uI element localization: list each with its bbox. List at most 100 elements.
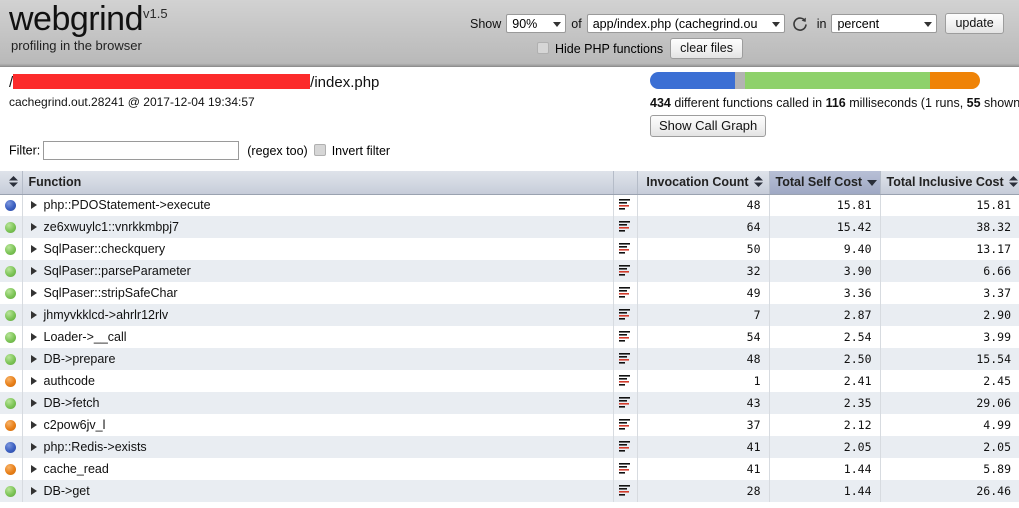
row-marker: [0, 392, 23, 414]
cost-breakdown-icon[interactable]: [618, 198, 632, 215]
table-row[interactable]: SqlPaser::stripSafeChar 49 3.36 3.37: [0, 282, 1019, 304]
expand-triangle-icon[interactable]: [30, 222, 37, 231]
expand-triangle-icon[interactable]: [30, 464, 37, 473]
row-cost-icon-cell[interactable]: [613, 458, 638, 480]
table-row[interactable]: DB->get 28 1.44 26.46: [0, 480, 1019, 502]
header-total-inclusive-cost[interactable]: Total Inclusive Cost: [880, 171, 1019, 195]
row-cost-icon-cell[interactable]: [613, 370, 638, 392]
cost-breakdown-icon[interactable]: [618, 308, 632, 325]
expand-triangle-icon[interactable]: [30, 420, 37, 429]
filter-input[interactable]: [43, 141, 240, 160]
row-cost-icon-cell[interactable]: [613, 326, 638, 348]
row-function-name[interactable]: ze6xwuylc1::vnrkkmbpj7: [22, 216, 614, 238]
row-function-name[interactable]: authcode: [22, 370, 614, 392]
expand-triangle-icon[interactable]: [30, 200, 37, 209]
table-row[interactable]: authcode 1 2.41 2.45: [0, 370, 1019, 392]
header-function-label: Function: [28, 175, 82, 190]
cost-breakdown-icon[interactable]: [618, 462, 632, 479]
filter-row: Filter: (regex too) Invert filter: [9, 141, 390, 160]
cost-breakdown-icon[interactable]: [618, 264, 632, 281]
show-call-graph-button[interactable]: Show Call Graph: [650, 115, 767, 137]
file-select[interactable]: app/index.php (cachegrind.ou: [586, 14, 785, 33]
row-total-inclusive-cost: 15.81: [880, 194, 1019, 216]
row-function-name[interactable]: SqlPaser::checkquery: [22, 238, 614, 260]
cost-breakdown-icon[interactable]: [618, 396, 632, 413]
update-button[interactable]: update: [945, 13, 1004, 34]
row-cost-icon-cell[interactable]: [613, 282, 638, 304]
row-cost-icon-cell[interactable]: [613, 480, 638, 502]
row-cost-icon-cell[interactable]: [613, 260, 638, 282]
row-invocation-count: 43: [637, 392, 770, 414]
table-row[interactable]: jhmyvkklcd->ahrlr12rlv 7 2.87 2.90: [0, 304, 1019, 326]
row-function-name[interactable]: DB->fetch: [22, 392, 614, 414]
cost-breakdown-icon[interactable]: [618, 330, 632, 347]
cost-breakdown-icon[interactable]: [618, 242, 632, 259]
row-cost-icon-cell[interactable]: [613, 304, 638, 326]
expand-triangle-icon[interactable]: [30, 376, 37, 385]
invert-filter-checkbox[interactable]: [313, 143, 326, 156]
cost-breakdown-icon[interactable]: [618, 418, 632, 435]
table-row[interactable]: DB->fetch 43 2.35 29.06: [0, 392, 1019, 414]
header-function[interactable]: Function: [22, 171, 614, 195]
row-function-name[interactable]: SqlPaser::parseParameter: [22, 260, 614, 282]
table-row[interactable]: SqlPaser::checkquery 50 9.40 13.17: [0, 238, 1019, 260]
expand-triangle-icon[interactable]: [30, 442, 37, 451]
row-cost-icon-cell[interactable]: [613, 392, 638, 414]
expand-triangle-icon[interactable]: [30, 266, 37, 275]
table-row[interactable]: c2pow6jv_l 37 2.12 4.99: [0, 414, 1019, 436]
row-total-self-cost: 3.90: [769, 260, 881, 282]
table-row[interactable]: cache_read 41 1.44 5.89: [0, 458, 1019, 480]
cost-breakdown-icon[interactable]: [618, 220, 632, 237]
chevron-down-icon: [924, 21, 933, 27]
table-row[interactable]: Loader->__call 54 2.54 3.99: [0, 326, 1019, 348]
row-function-name[interactable]: SqlPaser::stripSafeChar: [22, 282, 614, 304]
info-panel: //index.php cachegrind.out.28241 @ 2017-…: [0, 67, 1019, 137]
table-row[interactable]: SqlPaser::parseParameter 32 3.90 6.66: [0, 260, 1019, 282]
row-marker: [0, 260, 23, 282]
table-row[interactable]: DB->prepare 48 2.50 15.54: [0, 348, 1019, 370]
function-name-label: DB->prepare: [43, 352, 116, 366]
cost-breakdown-icon[interactable]: [618, 286, 632, 303]
expand-triangle-icon[interactable]: [30, 398, 37, 407]
expand-triangle-icon[interactable]: [30, 244, 37, 253]
hide-php-functions-checkbox[interactable]: [537, 41, 549, 54]
row-cost-icon-cell[interactable]: [613, 436, 638, 458]
row-function-name[interactable]: DB->prepare: [22, 348, 614, 370]
table-row[interactable]: ze6xwuylc1::vnrkkmbpj7 64 15.42 38.32: [0, 216, 1019, 238]
row-function-name[interactable]: Loader->__call: [22, 326, 614, 348]
cost-bar-segment-php-internal: [650, 72, 736, 89]
row-cost-icon-cell[interactable]: [613, 238, 638, 260]
expand-triangle-icon[interactable]: [30, 332, 37, 341]
expand-triangle-icon[interactable]: [30, 486, 37, 495]
expand-triangle-icon[interactable]: [30, 288, 37, 297]
row-total-inclusive-cost: 13.17: [880, 238, 1019, 260]
row-function-name[interactable]: DB->get: [22, 480, 614, 502]
cost-breakdown-icon[interactable]: [618, 484, 632, 501]
row-cost-icon-cell[interactable]: [613, 414, 638, 436]
summary-text: 434 different functions called in 116 mi…: [650, 96, 1019, 110]
expand-triangle-icon[interactable]: [30, 354, 37, 363]
clear-files-button[interactable]: clear files: [670, 38, 743, 59]
percentage-select[interactable]: 90%: [506, 14, 567, 33]
row-function-name[interactable]: php::PDOStatement->execute: [22, 194, 614, 216]
header-total-self-cost[interactable]: Total Self Cost: [769, 171, 881, 195]
cost-breakdown-icon[interactable]: [618, 440, 632, 457]
row-function-name[interactable]: c2pow6jv_l: [22, 414, 614, 436]
cost-breakdown-icon[interactable]: [618, 352, 632, 369]
function-type-dot-green: [5, 398, 17, 410]
format-select[interactable]: percent: [831, 14, 938, 33]
row-invocation-count: 1: [637, 370, 770, 392]
expand-triangle-icon[interactable]: [30, 310, 37, 319]
table-row[interactable]: php::Redis->exists 41 2.05 2.05: [0, 436, 1019, 458]
row-function-name[interactable]: cache_read: [22, 458, 614, 480]
row-cost-icon-cell[interactable]: [613, 348, 638, 370]
header-marker-sort[interactable]: [0, 171, 23, 195]
row-cost-icon-cell[interactable]: [613, 216, 638, 238]
refresh-icon[interactable]: [792, 16, 808, 33]
row-function-name[interactable]: php::Redis->exists: [22, 436, 614, 458]
cost-breakdown-icon[interactable]: [618, 374, 632, 391]
row-function-name[interactable]: jhmyvkklcd->ahrlr12rlv: [22, 304, 614, 326]
header-invocation-count[interactable]: Invocation Count: [637, 171, 770, 195]
table-row[interactable]: php::PDOStatement->execute 48 15.81 15.81: [0, 194, 1019, 216]
row-cost-icon-cell[interactable]: [613, 194, 638, 216]
